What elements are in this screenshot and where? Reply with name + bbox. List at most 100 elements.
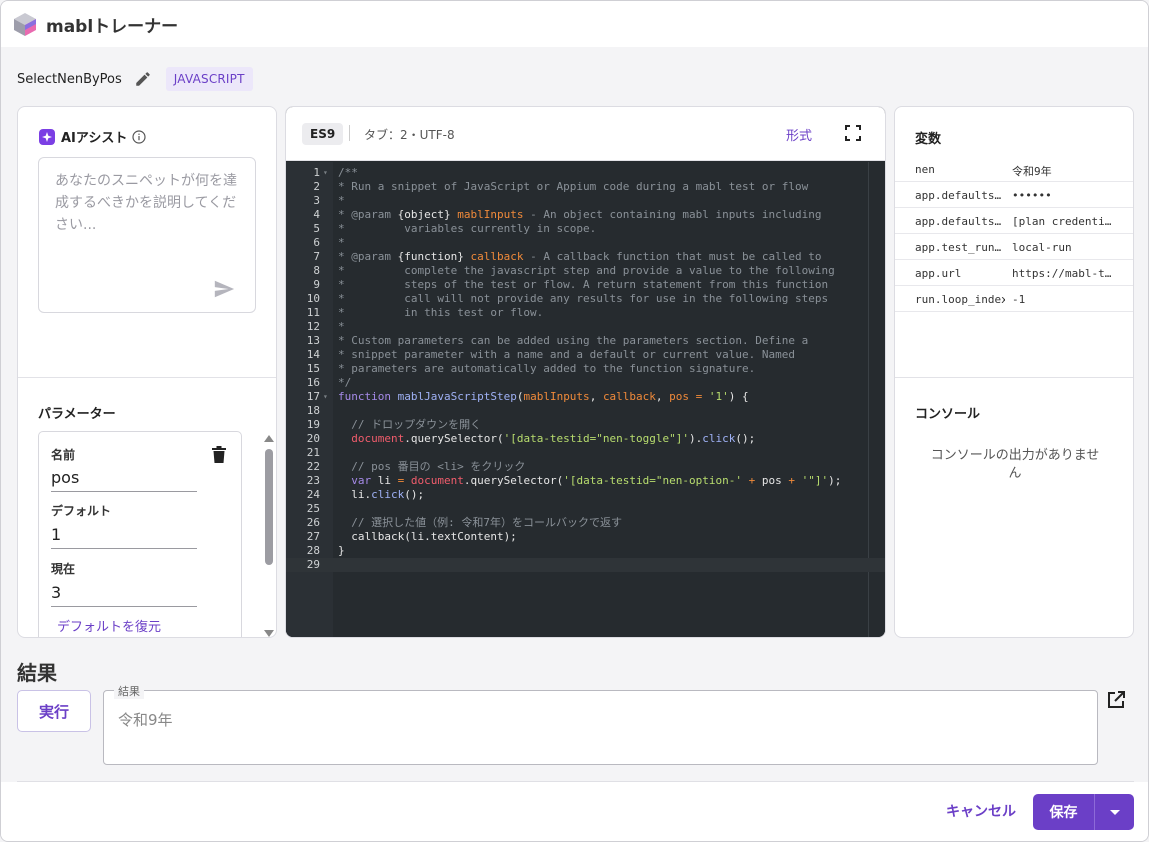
code-line[interactable]: 4 * @param {object} mablInputs - An objec… — [286, 208, 885, 222]
code-line[interactable]: 8 * complete the javascript step and prov… — [286, 264, 885, 278]
line-number: 2 — [313, 180, 320, 193]
code-line[interactable]: 10 * call will not provide any results fo… — [286, 292, 885, 306]
code-line[interactable]: 9 * steps of the test or flow. A return s… — [286, 278, 885, 292]
send-icon[interactable] — [213, 278, 235, 300]
code-line[interactable]: 23 var li = document.querySelector('[dat… — [286, 474, 885, 488]
code-line[interactable]: 12 * — [286, 320, 885, 334]
code-line[interactable]: 29 — [286, 558, 885, 572]
code-line[interactable]: 28} — [286, 544, 885, 558]
chevron-down-icon — [1109, 809, 1120, 815]
fold-arrow-icon[interactable]: ▾ — [323, 166, 328, 180]
line-number: 27 — [306, 530, 320, 543]
variable-row: app.defaults… [plan credenti… — [895, 208, 1133, 234]
save-dropdown-button[interactable] — [1095, 794, 1134, 830]
line-number: 1 — [313, 166, 320, 179]
pencil-icon[interactable] — [134, 70, 152, 88]
trash-icon[interactable] — [211, 446, 227, 464]
code-text: document.querySelector('[data-testid="ne… — [351, 432, 756, 445]
run-button[interactable]: 実行 — [17, 690, 91, 732]
code-line[interactable]: 24 li.click(); — [286, 488, 885, 502]
code-text: * snippet parameter with a name and a de… — [338, 348, 795, 361]
code-text: * in this test or flow. — [338, 306, 544, 319]
variables-title: 変数 — [915, 132, 942, 147]
variable-key: app.defaults… — [915, 215, 1002, 228]
variable-value: •••••• — [1012, 189, 1052, 202]
code-line[interactable]: 2 * Run a snippet of JavaScript or Appium… — [286, 180, 885, 194]
app-title: mablトレーナー — [46, 16, 179, 37]
code-lines[interactable]: 1 ▾/** 2 * Run a snippet of JavaScript or A… — [286, 166, 885, 572]
console-empty-message: コンソールの出力がありません — [930, 448, 1100, 481]
code-line[interactable]: 25 — [286, 502, 885, 516]
line-number: 22 — [306, 460, 320, 473]
param-current-field[interactable]: 3 — [51, 583, 197, 607]
code-line[interactable]: 16 */ — [286, 376, 885, 390]
save-button[interactable]: 保存 — [1033, 794, 1094, 830]
line-number: 3 — [313, 194, 320, 207]
code-editor-panel: ES9 タブ：2・UTF-8 形式 1 ▾/** 2 * Run a snippet … — [285, 106, 886, 638]
es-version-badge[interactable]: ES9 — [302, 123, 344, 145]
code-line[interactable]: 26 // 選択した値（例: 令和7年）をコールバックで返す — [286, 516, 885, 530]
trainer-window: mablトレーナー SelectNenByPos JAVASCRIPT AIアシ… — [0, 0, 1149, 842]
param-name-field[interactable]: pos — [51, 468, 197, 492]
code-text: /** — [338, 166, 358, 179]
scroll-down-arrow[interactable] — [264, 630, 274, 637]
code-text: * — [338, 320, 345, 333]
code-line[interactable]: 3 * — [286, 194, 885, 208]
editor-meta: タブ：2・UTF-8 — [364, 128, 455, 142]
results-title: 結果 — [17, 661, 57, 685]
variable-value: -1 — [1012, 293, 1026, 306]
variable-value: 令和9年 — [1012, 165, 1052, 178]
code-line[interactable]: 20 document.querySelector('[data-testid=… — [286, 432, 885, 446]
code-text: * steps of the test or flow. A return st… — [338, 278, 829, 291]
code-line[interactable]: 6 * — [286, 236, 885, 250]
code-line[interactable]: 22 // pos 番目の <li> をクリック — [286, 460, 885, 474]
code-line[interactable]: 17 ▾ function mablJavaScriptStep(mablInput… — [286, 390, 885, 404]
fold-arrow-icon[interactable]: ▾ — [323, 390, 328, 404]
line-number: 24 — [306, 488, 320, 501]
parameters-scrollbar[interactable] — [264, 435, 274, 637]
code-line[interactable]: 14 * snippet parameter with a name and a … — [286, 348, 885, 362]
scroll-thumb[interactable] — [265, 449, 273, 565]
parameter-card: 名前 pos デフォルト 1 現在 3 デフォルトを復元 — [38, 431, 242, 637]
code-line[interactable]: 27 callback(li.textContent); — [286, 530, 885, 544]
open-external-icon[interactable] — [1107, 691, 1125, 709]
right-panel: 変数 nen 令和9年 app.defaults… •••••• app.default… — [894, 106, 1134, 638]
format-button[interactable]: 形式 — [786, 125, 812, 144]
param-default-field[interactable]: 1 — [51, 525, 197, 549]
variable-row: run.loop_index -1 — [895, 286, 1133, 312]
ai-prompt-input[interactable]: あなたのスニペットが何を達成するべきかを説明してください... — [38, 157, 256, 313]
line-number: 18 — [306, 404, 320, 417]
code-text: * — [338, 194, 345, 207]
code-line[interactable]: 1 ▾ /** — [286, 166, 885, 180]
line-number: 6 — [313, 236, 320, 249]
code-text: var li = document.querySelector('[data-t… — [351, 474, 842, 487]
code-line[interactable]: 19 // ドロップダウンを開く — [286, 418, 885, 432]
variable-key: app.defaults… — [915, 189, 1002, 202]
code-line[interactable]: 18 — [286, 404, 885, 418]
ai-prompt-placeholder: あなたのスニペットが何を達成するべきかを説明してください... — [55, 173, 237, 233]
variable-key: app.url — [915, 267, 962, 280]
code-line[interactable]: 5 * variables currently in scope. — [286, 222, 885, 236]
code-area[interactable]: 1 ▾/** 2 * Run a snippet of JavaScript or A… — [286, 162, 885, 637]
scroll-up-arrow[interactable] — [264, 435, 274, 442]
variable-value: local-run — [1012, 241, 1072, 254]
line-number: 9 — [313, 278, 320, 291]
info-icon[interactable] — [132, 129, 146, 144]
line-number: 10 — [306, 292, 320, 305]
variable-row: nen 令和9年 — [895, 156, 1133, 182]
result-output-field[interactable]: 結果 令和9年 — [103, 683, 1098, 765]
code-line[interactable]: 15 * parameters are automatically added t… — [286, 362, 885, 376]
ai-assist-title: AIアシスト — [61, 131, 128, 146]
restore-default-link[interactable]: デフォルトを復元 — [57, 616, 161, 635]
fullscreen-icon[interactable] — [845, 125, 861, 141]
line-number: 7 — [313, 250, 320, 263]
code-line[interactable]: 13 * Custom parameters can be added using… — [286, 334, 885, 348]
console-title: コンソール — [915, 407, 981, 422]
line-number: 12 — [306, 320, 320, 333]
panel-divider — [895, 377, 1133, 378]
code-line[interactable]: 21 — [286, 446, 885, 460]
cancel-button[interactable]: キャンセル — [946, 801, 1016, 821]
code-text: */ — [338, 376, 352, 389]
code-line[interactable]: 7 * @param {function} callback - A callba… — [286, 250, 885, 264]
code-line[interactable]: 11 * in this test or flow. — [286, 306, 885, 320]
